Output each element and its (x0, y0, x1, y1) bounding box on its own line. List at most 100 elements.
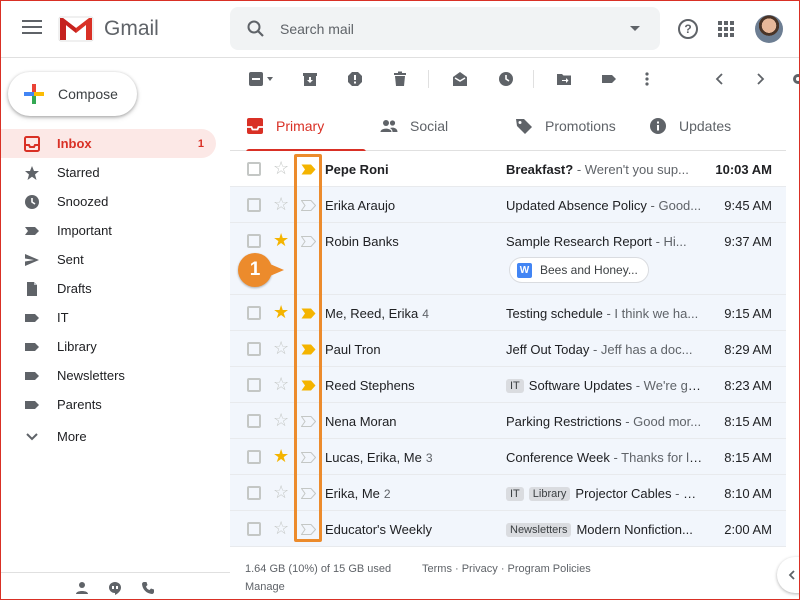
star-icon[interactable]: ☆ (273, 519, 289, 537)
sidebar-item-inbox[interactable]: Inbox 1 (0, 129, 216, 158)
label-chip-newsletters[interactable]: Newsletters (506, 523, 572, 537)
row-checkbox[interactable] (247, 414, 261, 428)
archive-icon[interactable] (302, 71, 318, 87)
side-panel-toggle[interactable] (777, 557, 800, 593)
move-to-icon[interactable] (556, 71, 572, 87)
email-row[interactable]: ★ Robin Banks Sample Research Report - H… (230, 223, 786, 295)
email-subject-line: IT Software Updates - We're go... (506, 378, 704, 393)
important-marker-icon[interactable] (301, 200, 316, 211)
manage-storage-link[interactable]: Manage (245, 581, 285, 593)
email-row[interactable]: ☆ Reed Stephens IT Software Updates - We'… (230, 367, 786, 403)
sidebar-item-library[interactable]: Library (0, 332, 216, 361)
email-time: 9:45 AM (724, 198, 772, 213)
sidebar-item-parents[interactable]: Parents (0, 390, 216, 419)
email-row[interactable]: ☆ Nena Moran Parking Restrictions - Good… (230, 403, 786, 439)
sidebar-item-snoozed[interactable]: Snoozed (0, 187, 216, 216)
settings-gear-icon[interactable] (790, 71, 800, 87)
star-icon[interactable]: ★ (273, 303, 289, 321)
important-marker-icon[interactable] (301, 524, 316, 535)
sidebar-item-drafts[interactable]: Drafts (0, 274, 216, 303)
email-subject: Software Updates (528, 378, 633, 393)
email-row[interactable]: ☆ Erika, Me 2 IT Library Projector Cables -… (230, 475, 786, 511)
star-icon[interactable]: ☆ (273, 195, 289, 213)
hangouts-icon[interactable] (108, 581, 122, 595)
tab-promotions[interactable]: Promotions (515, 101, 616, 151)
tab-social[interactable]: Social (380, 101, 448, 151)
email-row[interactable]: ★ Me, Reed, Erika 4 Testing schedule - I … (230, 295, 786, 331)
email-row[interactable]: ★ Lucas, Erika, Me 3 Conference Week - Th… (230, 439, 786, 475)
search-input[interactable] (280, 17, 610, 41)
tab-updates[interactable]: Updates (649, 101, 731, 151)
important-marker-icon[interactable] (301, 164, 316, 175)
star-icon[interactable]: ☆ (273, 411, 289, 429)
important-marker-icon[interactable] (301, 308, 316, 319)
star-icon[interactable]: ★ (273, 447, 289, 465)
mark-as-read-icon[interactable] (452, 71, 468, 87)
row-checkbox[interactable] (247, 486, 261, 500)
chevron-right-icon[interactable] (752, 71, 768, 87)
tab-primary[interactable]: Primary (246, 101, 367, 152)
chevron-left-icon[interactable] (712, 71, 728, 87)
report-spam-icon[interactable] (347, 71, 363, 87)
person-icon[interactable] (75, 581, 89, 595)
star-icon[interactable]: ☆ (273, 339, 289, 357)
phone-icon[interactable] (141, 581, 155, 595)
main-menu-icon[interactable] (22, 20, 42, 36)
info-icon (650, 118, 666, 134)
email-row[interactable]: ☆ Educator's Weekly Newsletters Modern No… (230, 511, 786, 547)
important-marker-icon[interactable] (301, 416, 316, 427)
label-chip-it[interactable]: IT (506, 379, 524, 393)
snooze-icon[interactable] (498, 71, 514, 87)
search-options-dropdown-icon[interactable] (630, 26, 640, 31)
row-checkbox[interactable] (247, 450, 261, 464)
important-marker-icon[interactable] (301, 236, 316, 247)
annotation-step-badge: 1 (238, 253, 284, 287)
sidebar-item-it[interactable]: IT (0, 303, 216, 332)
tab-label: Updates (679, 118, 732, 134)
more-options-icon[interactable] (643, 71, 651, 87)
row-checkbox[interactable] (247, 306, 261, 320)
important-marker-icon[interactable] (301, 380, 316, 391)
search-icon[interactable] (246, 19, 266, 39)
search-bar[interactable] (230, 7, 660, 50)
email-row[interactable]: ☆ Pepe Roni Breakfast? - Weren't you sup… (230, 151, 786, 187)
email-snippet: - Good... (646, 198, 702, 213)
important-marker-icon[interactable] (301, 452, 316, 463)
email-row[interactable]: ☆ Erika Araujo Updated Absence Policy - … (230, 187, 786, 223)
thread-count: 2 (383, 487, 391, 501)
delete-icon[interactable] (392, 71, 408, 87)
important-marker-icon[interactable] (301, 344, 316, 355)
sidebar-item-starred[interactable]: Starred (0, 158, 216, 187)
row-checkbox[interactable] (247, 198, 261, 212)
important-marker-icon[interactable] (301, 488, 316, 499)
compose-button[interactable]: Compose (8, 72, 137, 116)
email-subject-line: Sample Research Report - Hi... (506, 234, 704, 249)
row-checkbox[interactable] (247, 162, 261, 176)
sidebar-item-more[interactable]: More (0, 419, 216, 453)
row-checkbox[interactable] (247, 234, 261, 248)
star-icon[interactable]: ☆ (273, 483, 289, 501)
email-row[interactable]: ☆ Paul Tron Jeff Out Today - Jeff has a … (230, 331, 786, 367)
star-icon[interactable]: ★ (273, 231, 289, 249)
label-chip-library[interactable]: Library (528, 487, 571, 501)
row-checkbox[interactable] (247, 378, 261, 392)
inbox-icon (247, 118, 263, 134)
gmail-logo[interactable]: Gmail (58, 14, 159, 44)
sidebar-item-newsletters[interactable]: Newsletters (0, 361, 216, 390)
star-icon[interactable]: ☆ (273, 375, 289, 393)
attachment-chip[interactable]: W Bees and Honey... (509, 257, 649, 283)
label-icon (25, 313, 39, 322)
row-checkbox[interactable] (247, 522, 261, 536)
sidebar-item-important[interactable]: Important (0, 216, 216, 245)
sidebar-item-sent[interactable]: Sent (0, 245, 216, 274)
avatar[interactable] (755, 15, 783, 43)
label-icon[interactable] (601, 71, 617, 87)
help-icon[interactable]: ? (678, 19, 698, 39)
footer-links[interactable]: Terms · Privacy · Program Policies (422, 563, 591, 575)
label-chip-it[interactable]: IT (506, 487, 524, 501)
star-icon[interactable]: ☆ (273, 159, 289, 177)
gmail-m-icon (58, 16, 94, 42)
apps-grid-icon[interactable] (718, 21, 734, 37)
select-all-checkbox[interactable] (248, 71, 274, 87)
row-checkbox[interactable] (247, 342, 261, 356)
